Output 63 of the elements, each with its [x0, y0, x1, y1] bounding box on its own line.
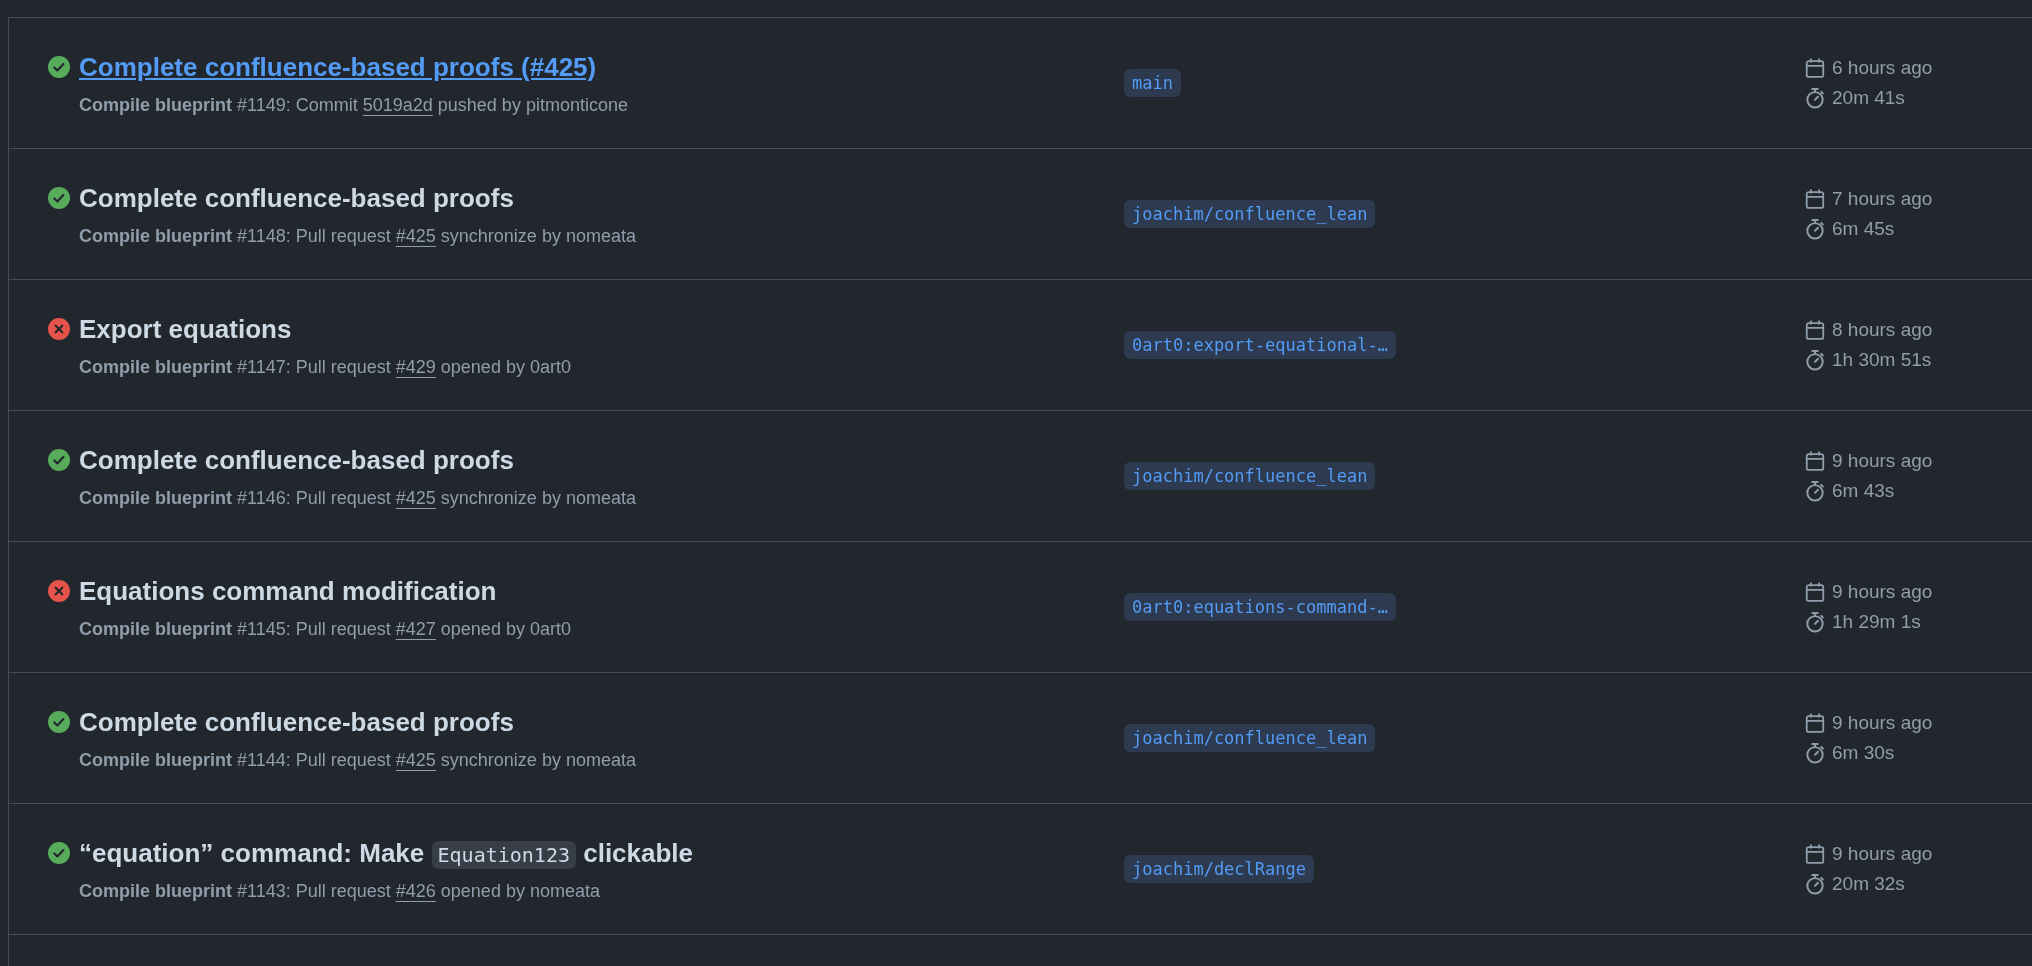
calendar-icon [1804, 843, 1826, 865]
calendar-icon [1804, 581, 1826, 603]
run-duration: 6m 43s [1832, 480, 1895, 502]
x-circle-icon [48, 580, 70, 602]
x-circle-icon [48, 318, 70, 340]
stopwatch-icon [1804, 742, 1826, 764]
stopwatch-icon [1804, 480, 1826, 502]
run-date: 8 hours ago [1832, 319, 1933, 341]
check-circle-icon [48, 449, 70, 471]
run-date: 7 hours ago [1832, 188, 1933, 210]
branch-label[interactable]: joachim/confluence_lean [1124, 462, 1376, 490]
run-title-link[interactable]: Complete confluence-based proofs [79, 707, 514, 738]
run-title-link[interactable]: Equations command modification [79, 576, 497, 607]
branch-label[interactable]: 0art0:export-equational-… [1124, 331, 1396, 359]
run-description: Compile blueprint #1147: Pull request #429 opened by 0art0 [79, 357, 572, 378]
check-circle-icon [48, 187, 70, 209]
branch-label[interactable]: 0art0:equations-command-… [1124, 593, 1396, 621]
stopwatch-icon [1804, 87, 1826, 109]
run-description: Compile blueprint #1149: Commit 5019a2d pushed by pitmonticone [79, 95, 629, 116]
run-description: Compile blueprint #1143: Pull request #426 opened by nomeata [79, 881, 601, 902]
run-description: Compile blueprint #1148: Pull request #425 synchronize by nomeata [79, 226, 637, 247]
calendar-icon [1804, 57, 1826, 79]
check-circle-icon [48, 842, 70, 864]
run-duration: 20m 32s [1832, 873, 1905, 895]
branch-label[interactable]: joachim/confluence_lean [1124, 724, 1376, 752]
run-title-link[interactable]: “equation” command: Make Equation123 clickable [79, 838, 694, 869]
check-circle-icon [48, 56, 70, 78]
calendar-icon [1804, 712, 1826, 734]
run-title-link[interactable]: Complete confluence-based proofs [79, 445, 514, 476]
ref-link[interactable]: #425 [395, 226, 436, 246]
run-duration: 1h 30m 51s [1832, 349, 1932, 371]
ref-link[interactable]: #425 [395, 750, 436, 770]
calendar-icon [1804, 319, 1826, 341]
run-duration: 20m 41s [1832, 87, 1905, 109]
run-description: Compile blueprint #1146: Pull request #425 synchronize by nomeata [79, 488, 637, 509]
run-date: 9 hours ago [1832, 712, 1933, 734]
branch-label[interactable]: joachim/confluence_lean [1124, 200, 1376, 228]
stopwatch-icon [1804, 349, 1826, 371]
ref-link[interactable]: #426 [395, 881, 436, 901]
branch-label[interactable]: main [1124, 69, 1181, 97]
run-duration: 6m 30s [1832, 742, 1895, 764]
run-title-link[interactable]: Complete confluence-based proofs (#425) [79, 52, 597, 83]
run-title-link[interactable]: Complete confluence-based proofs [79, 183, 514, 214]
run-date: 9 hours ago [1832, 843, 1933, 865]
run-description: Compile blueprint #1145: Pull request #427 opened by 0art0 [79, 619, 572, 640]
run-date: 9 hours ago [1832, 450, 1933, 472]
run-duration: 1h 29m 1s [1832, 611, 1921, 633]
run-duration: 6m 45s [1832, 218, 1895, 240]
run-description: Compile blueprint #1144: Pull request #425 synchronize by nomeata [79, 750, 637, 771]
ref-link[interactable]: #427 [395, 619, 436, 639]
branch-label[interactable]: joachim/declRange [1124, 855, 1314, 883]
run-title-link[interactable]: Export equations [79, 314, 292, 345]
ref-link[interactable]: #429 [395, 357, 436, 377]
run-date: 6 hours ago [1832, 57, 1933, 79]
calendar-icon [1804, 450, 1826, 472]
stopwatch-icon [1804, 873, 1826, 895]
stopwatch-icon [1804, 611, 1826, 633]
ref-link[interactable]: #425 [395, 488, 436, 508]
run-date: 9 hours ago [1832, 581, 1933, 603]
stopwatch-icon [1804, 218, 1826, 240]
check-circle-icon [48, 711, 70, 733]
calendar-icon [1804, 188, 1826, 210]
ref-link[interactable]: 5019a2d [362, 95, 433, 115]
